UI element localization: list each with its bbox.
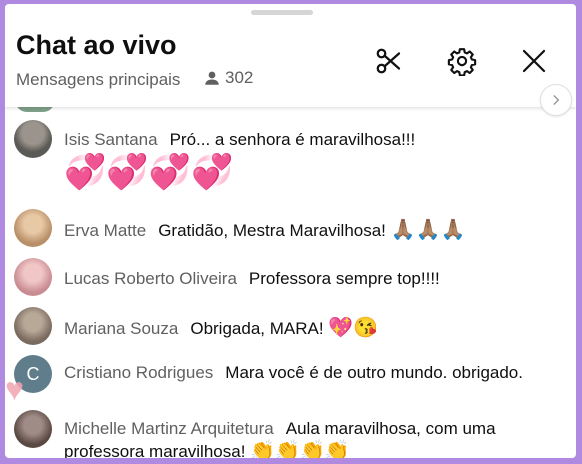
avatar[interactable]	[14, 410, 52, 448]
author-name[interactable]: Mariana Souza	[64, 319, 178, 338]
pray-emoji: 🙏🏽🙏🏽🙏🏽	[390, 219, 466, 241]
message-text: Professora sempre top!!!!	[248, 269, 440, 288]
author-name[interactable]: Lucas Roberto Oliveira	[64, 269, 237, 288]
settings-button[interactable]	[442, 41, 482, 81]
viewer-count: 302	[203, 68, 253, 88]
heart-emoji: 💞💞💞💞	[64, 153, 234, 191]
avatar[interactable]	[14, 258, 52, 296]
message-content: Michelle Martinz Arquitetura Aula maravil…	[64, 418, 551, 458]
chat-header: Chat ao vivo Mensagens principais 302	[5, 4, 576, 107]
message-content: Isis Santana Pró... a senhora é maravilho…	[64, 129, 551, 193]
viewer-count-value: 302	[225, 68, 254, 87]
clip-button[interactable]	[369, 41, 409, 81]
message-content: Erva Matte Gratidão, Mestra Maravilhosa! …	[64, 219, 551, 242]
clap-emoji: 👏👏👏👏	[250, 440, 350, 458]
scissors-icon	[376, 48, 401, 74]
close-button[interactable]	[514, 41, 554, 81]
live-chat-panel: Chat ao vivo Mensagens principais 302 Is…	[5, 4, 576, 458]
avatar-letter: C	[26, 363, 40, 384]
person-icon	[205, 71, 219, 85]
close-icon	[522, 49, 546, 73]
message-text: Gratidão, Mestra Maravilhosa!	[158, 221, 386, 240]
author-name[interactable]: Cristiano Rodrigues	[64, 363, 213, 382]
message-content: Cristiano Rodrigues Mara você é de outro …	[64, 362, 551, 384]
gear-icon	[447, 48, 477, 76]
author-name[interactable]: Erva Matte	[64, 221, 146, 240]
chat-title: Chat ao vivo	[16, 30, 177, 60]
message-content: Mariana Souza Obrigada, MARA! 💖😘	[64, 317, 551, 340]
scroll-right-button[interactable]	[540, 84, 572, 116]
message-text: Pró... a senhora é maravilhosa!!!	[169, 130, 416, 149]
message-text: Obrigada, MARA!	[190, 319, 324, 338]
chat-mode-selector[interactable]: Mensagens principais	[16, 70, 180, 90]
floating-heart-icon: ♥	[5, 371, 24, 407]
message-text: Mara você é de outro mundo. obrigado.	[225, 363, 523, 382]
avatar[interactable]	[14, 307, 52, 345]
avatar[interactable]	[14, 209, 52, 247]
author-name[interactable]: Michelle Martinz Arquitetura	[64, 419, 274, 438]
drag-handle[interactable]	[251, 10, 313, 15]
heart-kiss-emoji: 💖😘	[328, 317, 379, 339]
author-name[interactable]: Isis Santana	[64, 130, 158, 149]
avatar[interactable]	[14, 120, 52, 158]
message-content: Lucas Roberto Oliveira Professora sempre …	[64, 268, 551, 290]
chevron-right-icon	[553, 95, 560, 105]
